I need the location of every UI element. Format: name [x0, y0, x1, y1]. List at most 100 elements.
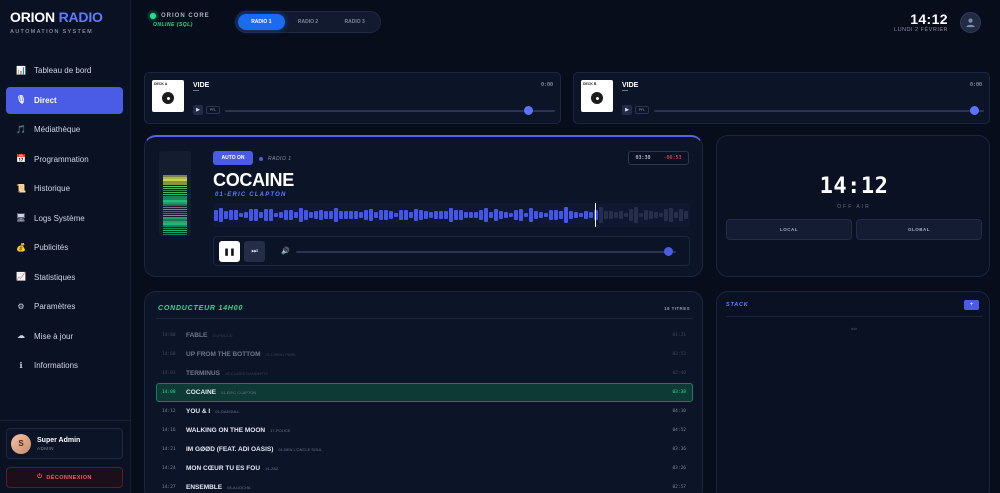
logout-button[interactable]: ⏻ DÉCONNEXION [6, 467, 123, 488]
deck-a-volume-track[interactable] [225, 110, 555, 112]
sidebar-item-programming[interactable]: 📅 Programmation [6, 146, 123, 173]
core-status: ORION CORE ONLINE (SQL) [150, 13, 210, 28]
row-time: 14:21 [162, 447, 176, 452]
waveform[interactable] [213, 203, 690, 227]
row-title: IM GØØD (FEAT. ADI OASIS) [186, 446, 274, 453]
next-button[interactable]: ⏭ [244, 241, 265, 262]
tab-radio-1[interactable]: RADIO 1 [238, 14, 285, 30]
power-icon: ⏻ [37, 474, 43, 480]
row-duration: 03:26 [672, 466, 686, 471]
sidebar-item-history[interactable]: 📜 Historique [6, 175, 123, 202]
now-playing-title: COCAINE [213, 170, 294, 190]
sidebar-item-settings[interactable]: ⚙ Paramètres [6, 293, 123, 320]
playlist-row[interactable]: 14:00 UP FROM THE BOTTOM 01-LINKIN PARK 03:… [156, 345, 693, 364]
deck-a-time: 0:00 [540, 82, 553, 88]
now-playing-artist: 01-ERIC CLAPTON [215, 192, 287, 198]
deck-b-pfl-button[interactable]: PFL [635, 106, 649, 114]
row-duration: 02:40 [672, 371, 686, 376]
core-status-text: ONLINE (SQL) [153, 22, 193, 28]
stack-add-button[interactable]: + [964, 300, 979, 310]
deck-a-play-button[interactable]: ▶ [193, 105, 203, 115]
vinyl-icon [162, 92, 174, 104]
brand-subtitle: AUTOMATION SYSTEM [10, 29, 94, 35]
deck-a-pfl-button[interactable]: PFL [206, 106, 220, 114]
row-title: MON CŒUR TU ES FOU [186, 465, 261, 472]
row-artist: 01-DAEGULL [215, 409, 240, 414]
row-time: 14:00 [162, 352, 176, 357]
sidebar-item-direct[interactable]: 🎙 Direct [6, 86, 123, 114]
row-artist: 01-LINKIN PARK [265, 352, 296, 357]
sidebar-item-label: Mise à jour [34, 331, 74, 341]
row-title: WALKING ON THE MOON [186, 427, 266, 434]
profile-button[interactable] [960, 12, 981, 33]
auto-mode-button[interactable]: AUTO ON [213, 151, 253, 165]
row-duration: 02:57 [672, 485, 686, 490]
row-time: 14:08 [162, 390, 176, 395]
row-artist: 14-ZAZ [265, 466, 279, 471]
row-title: UP FROM THE BOTTOM [186, 351, 261, 358]
deck-a-volume-knob[interactable] [524, 106, 534, 115]
deck-a: DECK A VIDE 0:00 ▶ PFL [144, 72, 561, 124]
playlist-row[interactable]: 14:16 WALKING ON THE MOON 17-POLICE 04:52 [156, 421, 693, 440]
system-logs-icon: 🖥 [15, 213, 27, 222]
settings-icon: ⚙ [17, 301, 25, 311]
user-icon [966, 18, 975, 28]
sidebar-item-media-library[interactable]: 🎵 Médiathèque [6, 116, 123, 143]
sidebar-item-label: Médiathèque [34, 125, 81, 134]
sidebar-item-label: Tableau de bord [34, 66, 92, 75]
brand-logo: ORION RADIO AUTOMATION SYSTEM [10, 9, 103, 35]
volume-knob[interactable] [663, 247, 673, 256]
row-artist: 08-ALIOCHA [227, 485, 251, 490]
playlist-row[interactable]: 14:03 TERMINUS 10-CLARIS DANDERTY 02:40 [156, 364, 693, 383]
row-artist: 01-BEN L'ONCLE SOUL [278, 447, 323, 452]
user-card[interactable]: S Super Admin ADMIN [6, 428, 123, 459]
deck-b-volume-knob[interactable] [969, 106, 979, 115]
sidebar-item-info[interactable]: ℹ Informations [6, 352, 123, 379]
stack-divider [726, 316, 982, 317]
playlist-row[interactable]: 14:00 FABLE 15-POLICE 01:21 [156, 326, 693, 345]
deck-b-artist-placeholder [622, 90, 628, 91]
playlist-row[interactable]: 14:08 COCAINE 01-ERIC CLAPTON 03:38 [156, 383, 693, 402]
playlist-row[interactable]: 14:24 MON CŒUR TU ES FOU 14-ZAZ 03:26 [156, 459, 693, 478]
sidebar-item-ads[interactable]: 💰 Publicités [6, 234, 123, 261]
history-icon: 📜 [16, 183, 26, 193]
deck-b-play-button[interactable]: ▶ [622, 105, 632, 115]
programming-icon: 📅 [16, 154, 26, 163]
stats-icon: 📈 [16, 272, 26, 281]
transport-controls: ❚❚ ⏭ 🔊 [213, 236, 690, 266]
local-button[interactable]: LOCAL [726, 219, 852, 240]
tab-radio-3[interactable]: RADIO 3 [331, 14, 378, 30]
online-dot-icon [150, 13, 156, 19]
header-date: LUNDI 2 FÉVRIER [894, 27, 948, 33]
deck-b: DECK B VIDE 0:00 ▶ PFL [573, 72, 990, 124]
ads-icon: 💰 [16, 242, 26, 252]
playlist-row[interactable]: 14:12 YOU & I 01-DAEGULL 04:10 [156, 402, 693, 421]
row-time: 14:03 [162, 371, 176, 376]
row-title: YOU & I [186, 408, 211, 415]
volume-track[interactable] [296, 251, 676, 253]
sidebar-item-stats[interactable]: 📈 Statistiques [6, 264, 123, 291]
global-button[interactable]: GLOBAL [856, 219, 982, 240]
row-artist: 15-POLICE [212, 333, 233, 338]
sidebar-item-update[interactable]: ☁ Mise à jour [6, 323, 123, 350]
deck-b-volume-track[interactable] [654, 110, 984, 112]
tab-radio-2[interactable]: RADIO 2 [285, 14, 332, 30]
sidebar-item-label: Informations [34, 361, 79, 370]
onair-panel: 14:12 OFF AIR LOCAL GLOBAL [716, 135, 990, 277]
sidebar-item-label: Publicités [34, 243, 69, 252]
playlist-row[interactable]: 14:21 IM GØØD (FEAT. ADI OASIS) 01-BEN L'O… [156, 440, 693, 459]
row-time: 14:16 [162, 428, 176, 433]
player-timer: 03:30 -00:53 [628, 151, 689, 165]
media-library-icon: 🎵 [16, 124, 26, 134]
row-title: TERMINUS [186, 370, 220, 377]
deck-b-badge: DECK B [583, 82, 597, 86]
playlist-row[interactable]: 14:27 ENSEMBLE 08-ALIOCHA 02:57 [156, 478, 693, 493]
sidebar-item-system-logs[interactable]: 🖥 Logs Système [6, 205, 123, 232]
sidebar-item-dashboard[interactable]: 📊 Tableau de bord [6, 57, 123, 84]
conductor-panel: CONDUCTEUR 14H00 18 TITRES 14:00 FABLE 15-… [144, 291, 703, 493]
pause-button[interactable]: ❚❚ [219, 241, 240, 262]
row-duration: 01:21 [672, 333, 686, 338]
conductor-count: 18 TITRES [664, 306, 690, 311]
brand-title: ORION RADIO [10, 9, 103, 25]
remaining-time: -00:53 [663, 155, 682, 161]
